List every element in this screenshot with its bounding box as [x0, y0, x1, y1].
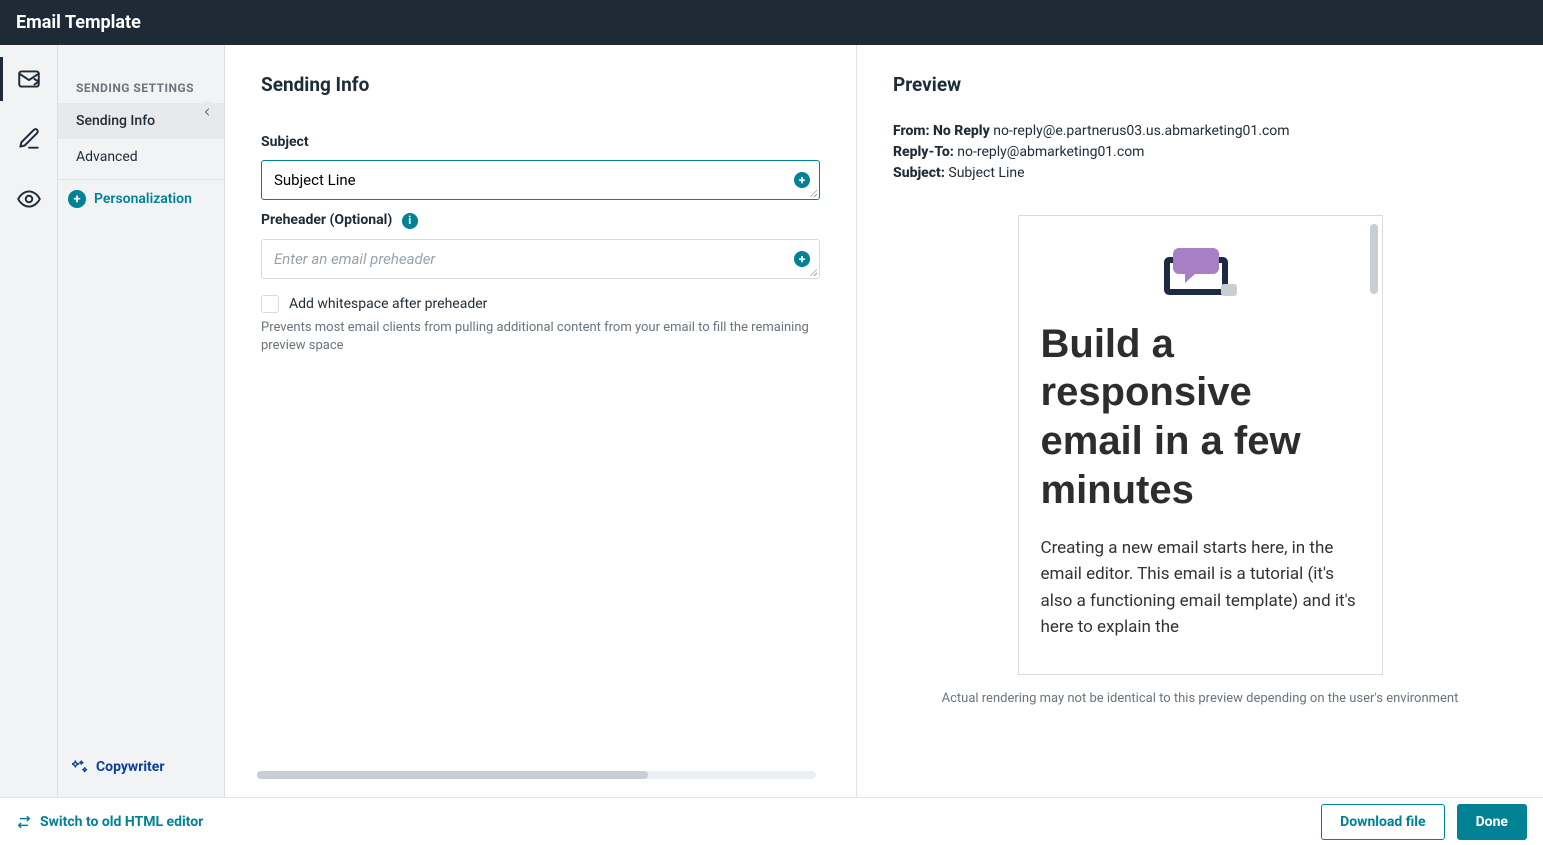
preview-disclaimer: Actual rendering may not be identical to… [893, 691, 1507, 706]
horizontal-scrollbar-thumb[interactable] [257, 771, 648, 779]
preview-reply-to: Reply-To: no-reply@abmarketing01.com [893, 143, 1507, 162]
insert-token-button[interactable]: + [794, 172, 810, 188]
download-file-button[interactable]: Download file [1321, 804, 1444, 840]
copywriter-link[interactable]: Copywriter [58, 759, 224, 797]
preview-body-text: Creating a new email starts here, in the… [1041, 535, 1360, 640]
switch-editor-link[interactable]: Switch to old HTML editor [16, 814, 203, 830]
whitespace-checkbox-label: Add whitespace after preheader [289, 296, 487, 312]
send-icon [16, 66, 42, 92]
rail-item-preview[interactable] [13, 183, 45, 215]
app-body: Sending Settings Sending Info Advanced +… [0, 45, 1543, 797]
preview-heading: Preview [893, 73, 1507, 96]
sending-info-heading: Sending Info [261, 73, 820, 96]
preview-vertical-scrollbar[interactable] [1370, 224, 1378, 666]
preview-scrollbar-thumb[interactable] [1370, 224, 1378, 294]
subject-input-wrap: + [261, 160, 820, 200]
preview-subject: Subject: Subject Line [893, 164, 1507, 183]
resize-handle[interactable] [809, 189, 817, 197]
insert-token-button-2[interactable]: + [794, 251, 810, 267]
icon-rail [0, 45, 58, 797]
preview-from: From: No Reply no-reply@e.partnerus03.us… [893, 122, 1507, 141]
preheader-input-wrap: + [261, 239, 820, 279]
page-title: Email Template [16, 12, 141, 33]
sparkle-icon [72, 759, 88, 775]
resize-handle-2[interactable] [809, 268, 817, 276]
preview-panel: Preview From: No Reply no-reply@e.partne… [857, 45, 1543, 797]
side-panel: Sending Settings Sending Info Advanced +… [58, 45, 225, 797]
subject-input[interactable] [261, 160, 820, 200]
done-button[interactable]: Done [1457, 804, 1527, 840]
sidebar-item-advanced[interactable]: Advanced [58, 139, 224, 175]
preview-logo [1041, 240, 1360, 298]
chat-tray-icon [1161, 240, 1239, 298]
sidebar-divider [58, 179, 224, 180]
switch-editor-label: Switch to old HTML editor [40, 814, 203, 830]
copywriter-label: Copywriter [96, 759, 164, 775]
info-icon[interactable]: i [402, 213, 418, 229]
whitespace-hint: Prevents most email clients from pulling… [261, 319, 820, 355]
plus-circle-icon: + [68, 190, 86, 208]
rail-item-send[interactable] [13, 63, 45, 95]
topbar: Email Template [0, 0, 1543, 45]
edit-icon [16, 126, 42, 152]
sidebar-item-personalization[interactable]: + Personalization [58, 186, 224, 208]
rail-item-edit[interactable] [13, 123, 45, 155]
content: Sending Info Subject + Preheader (Option… [225, 45, 1543, 797]
footer: Switch to old HTML editor Download file … [0, 797, 1543, 845]
sending-info-panel: Sending Info Subject + Preheader (Option… [225, 45, 857, 797]
arrow-left-icon [201, 106, 213, 118]
preheader-label: Preheader (Optional) i [261, 212, 820, 229]
swap-icon [16, 814, 32, 830]
whitespace-checkbox-row: Add whitespace after preheader [261, 295, 820, 313]
preview-hero-title: Build a responsive email in a few minute… [1041, 320, 1360, 515]
sidebar-item-label: Personalization [94, 191, 192, 207]
sidebar-section-label: Sending Settings [58, 45, 224, 103]
horizontal-scrollbar[interactable] [257, 771, 816, 779]
whitespace-checkbox[interactable] [261, 295, 279, 313]
preheader-input[interactable] [261, 239, 820, 279]
preview-icon [16, 186, 42, 212]
preview-frame: Build a responsive email in a few minute… [1018, 215, 1383, 675]
collapse-panel-button[interactable] [196, 101, 218, 123]
subject-label: Subject [261, 134, 820, 150]
